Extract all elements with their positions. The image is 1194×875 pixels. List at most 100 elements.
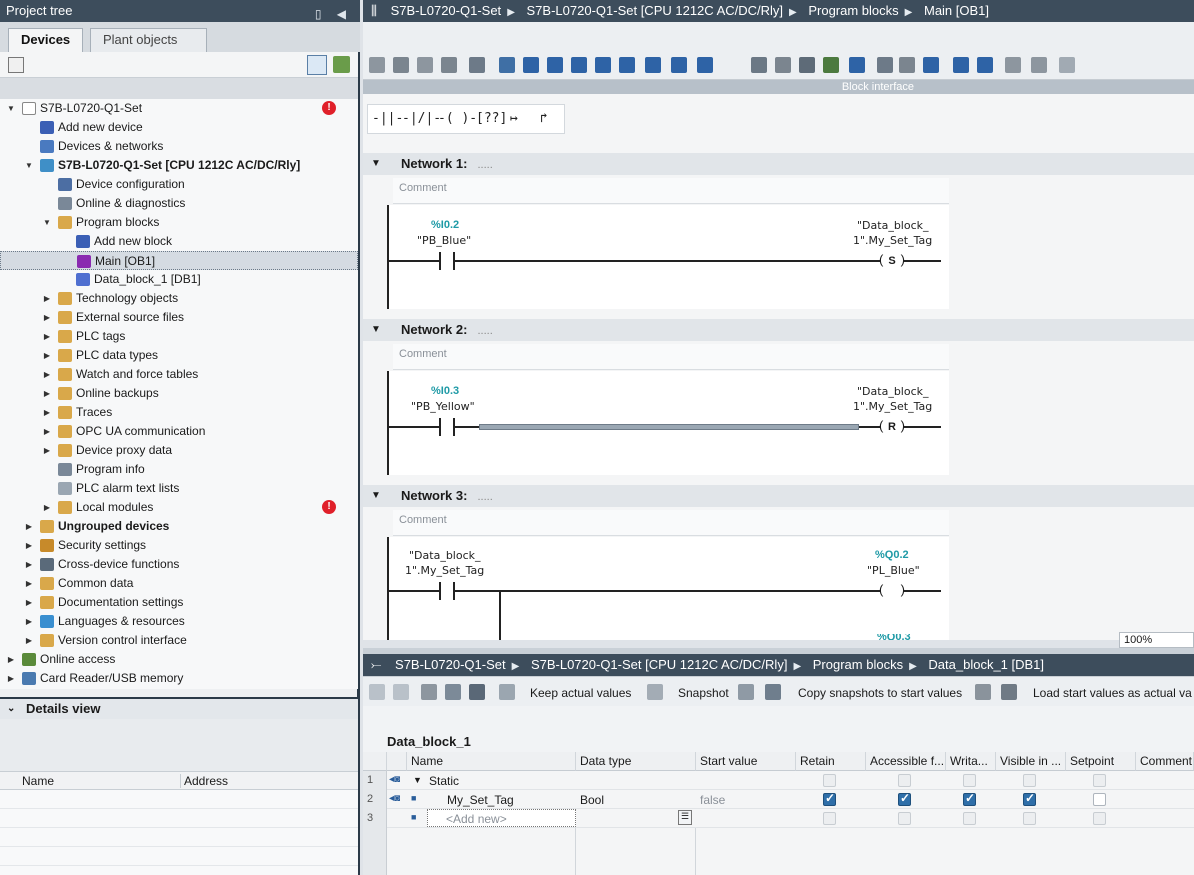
add-row-icon[interactable] xyxy=(441,57,457,73)
tree-item[interactable]: ▼ S7B-L0720-Q1-Set [CPU 1212C AC/DC/Rly] xyxy=(0,156,358,175)
coil-tag-line2[interactable]: 1".My_Set_Tag xyxy=(853,400,932,413)
no-contact[interactable] xyxy=(439,582,455,600)
setpoint-checkbox[interactable] xyxy=(1093,793,1106,806)
expand-right-icon[interactable]: ▶ xyxy=(6,669,16,688)
column-setpoint[interactable]: Setpoint xyxy=(1066,752,1136,771)
breadcrumb-program-blocks[interactable]: Program blocks xyxy=(808,3,898,18)
collapse-networks-icon[interactable] xyxy=(547,57,563,73)
align-icon[interactable] xyxy=(499,57,515,73)
tree-item[interactable]: ▶ Security settings xyxy=(0,536,358,555)
tree-item[interactable]: Main [OB1] xyxy=(0,251,358,270)
expand-right-icon[interactable]: ▶ xyxy=(24,555,34,574)
branch-icon[interactable] xyxy=(469,57,485,73)
visible-checkbox[interactable] xyxy=(1023,791,1036,806)
network-2-comment[interactable]: Comment xyxy=(393,344,949,370)
expand-right-icon[interactable]: ▶ xyxy=(42,327,52,346)
tree-item[interactable]: Data_block_1 [DB1] xyxy=(0,270,358,289)
tree-item[interactable]: ▶ Cross-device functions xyxy=(0,555,358,574)
table-row[interactable]: 1 ◂◙ ▼ Static xyxy=(363,771,1194,790)
favorites-icon[interactable] xyxy=(595,57,611,73)
compare-icon[interactable] xyxy=(765,684,781,700)
absolute-addr-icon[interactable] xyxy=(619,57,635,73)
go-forward-icon[interactable] xyxy=(977,57,993,73)
new-group-icon[interactable] xyxy=(333,56,350,73)
tree-item[interactable]: ▼ S7B-L0720-Q1-Set! xyxy=(0,99,358,118)
column-writable[interactable]: Writa... xyxy=(946,752,996,771)
collapse-icon[interactable]: ▼ xyxy=(371,153,381,175)
ref-icon[interactable] xyxy=(1005,57,1021,73)
tree-item[interactable]: ▶ Version control interface xyxy=(0,631,358,650)
empty-box-button[interactable]: [??] xyxy=(476,111,507,126)
column-retain[interactable]: Retain xyxy=(796,752,866,771)
set-coil[interactable]: S xyxy=(879,251,905,270)
tree-item[interactable]: ▶ Traces xyxy=(0,403,358,422)
tree-item[interactable]: ▶ Card Reader/USB memory xyxy=(0,669,358,688)
single-line-icon[interactable] xyxy=(697,57,713,73)
details-view-header[interactable]: ⌄ Details view xyxy=(0,697,358,719)
collapse-icon[interactable]: ▼ xyxy=(371,485,381,507)
coil-button[interactable]: -( )- xyxy=(438,111,477,126)
tree-item[interactable]: ▶ External source files xyxy=(0,308,358,327)
overview-icon[interactable] xyxy=(307,55,327,75)
column-address[interactable]: Address xyxy=(180,774,228,788)
tree-item[interactable]: Device configuration xyxy=(0,175,358,194)
load-start-values-button[interactable]: Load start values as actual va xyxy=(1033,686,1192,700)
list-icon[interactable]: ⤚ xyxy=(371,657,381,672)
reset-coil[interactable]: R xyxy=(879,417,905,436)
tree-item[interactable]: ▶ Technology objects xyxy=(0,289,358,308)
pin-icon[interactable]: ⫼ xyxy=(371,3,377,18)
collapse-icon[interactable]: ▼ xyxy=(371,319,381,341)
monitor-icon[interactable] xyxy=(775,57,791,73)
expand-down-icon[interactable]: ▼ xyxy=(42,213,52,232)
next-error-icon[interactable] xyxy=(923,57,939,73)
contact-tag-line1[interactable]: "Data_block_ xyxy=(409,549,481,562)
expand-right-icon[interactable]: ▶ xyxy=(42,365,52,384)
expand-right-icon[interactable]: ▶ xyxy=(24,517,34,536)
expand-right-icon[interactable]: ▶ xyxy=(6,650,16,669)
tree-item[interactable]: ▶ Device proxy data xyxy=(0,441,358,460)
network-3-comment[interactable]: Comment xyxy=(393,510,949,536)
column-name[interactable]: Name xyxy=(22,774,54,788)
tree-item[interactable]: ▶ Languages & resources xyxy=(0,612,358,631)
force-icon[interactable] xyxy=(823,57,839,73)
comments-icon[interactable] xyxy=(571,57,587,73)
network-view-icon[interactable] xyxy=(671,57,687,73)
block-interface-bar[interactable]: Block interface xyxy=(363,80,1194,94)
monitoring-icon[interactable] xyxy=(1031,57,1047,73)
expand-right-icon[interactable]: ▶ xyxy=(42,498,52,517)
tree-item[interactable]: ▶ Watch and force tables xyxy=(0,365,358,384)
tree-item[interactable]: ▶ Local modules! xyxy=(0,498,358,517)
breadcrumb-cpu[interactable]: S7B-L0720-Q1-Set [CPU 1212C AC/DC/Rly] xyxy=(531,657,788,672)
column-name[interactable]: Name xyxy=(407,752,576,771)
network-1-header[interactable]: ▼ Network 1:..... xyxy=(363,153,1194,175)
writable-checkbox[interactable] xyxy=(963,791,976,806)
watch-icon[interactable] xyxy=(799,57,815,73)
no-contact[interactable] xyxy=(439,418,455,436)
close-branch-button[interactable]: ↱ xyxy=(540,111,548,126)
expand-triangle-icon[interactable]: ▼ xyxy=(413,775,422,785)
add-new-field[interactable]: <Add new> xyxy=(427,809,576,827)
tree-item[interactable]: ▼ Program blocks xyxy=(0,213,358,232)
row-type[interactable]: Bool xyxy=(580,793,604,807)
edit-icon[interactable] xyxy=(445,684,461,700)
tab-devices[interactable]: Devices xyxy=(8,28,84,53)
accessible-checkbox[interactable] xyxy=(898,791,911,806)
tree-item[interactable]: Add new block xyxy=(0,232,358,251)
monitor-icon[interactable] xyxy=(499,684,515,700)
coil-tag[interactable]: "PL_Blue" xyxy=(867,564,920,577)
contact-tag-line2[interactable]: 1".My_Set_Tag xyxy=(405,564,484,577)
load-icon[interactable] xyxy=(975,684,991,700)
retain-checkbox[interactable] xyxy=(823,791,836,806)
column-visible[interactable]: Visible in ... xyxy=(996,752,1066,771)
network-3-header[interactable]: ▼ Network 3:..... xyxy=(363,485,1194,507)
expand-right-icon[interactable]: ▶ xyxy=(42,308,52,327)
tree-item[interactable]: ▶ Documentation settings xyxy=(0,593,358,612)
column-data-type[interactable]: Data type xyxy=(576,752,696,771)
expand-right-icon[interactable]: ▶ xyxy=(42,422,52,441)
network-2-header[interactable]: ▼ Network 2:..... xyxy=(363,319,1194,341)
expand-right-icon[interactable]: ▶ xyxy=(24,631,34,650)
expand-down-icon[interactable]: ▼ xyxy=(24,156,34,175)
tree-item[interactable]: ▶ PLC tags xyxy=(0,327,358,346)
properties-icon[interactable] xyxy=(8,57,24,73)
tree-item[interactable]: Online & diagnostics xyxy=(0,194,358,213)
